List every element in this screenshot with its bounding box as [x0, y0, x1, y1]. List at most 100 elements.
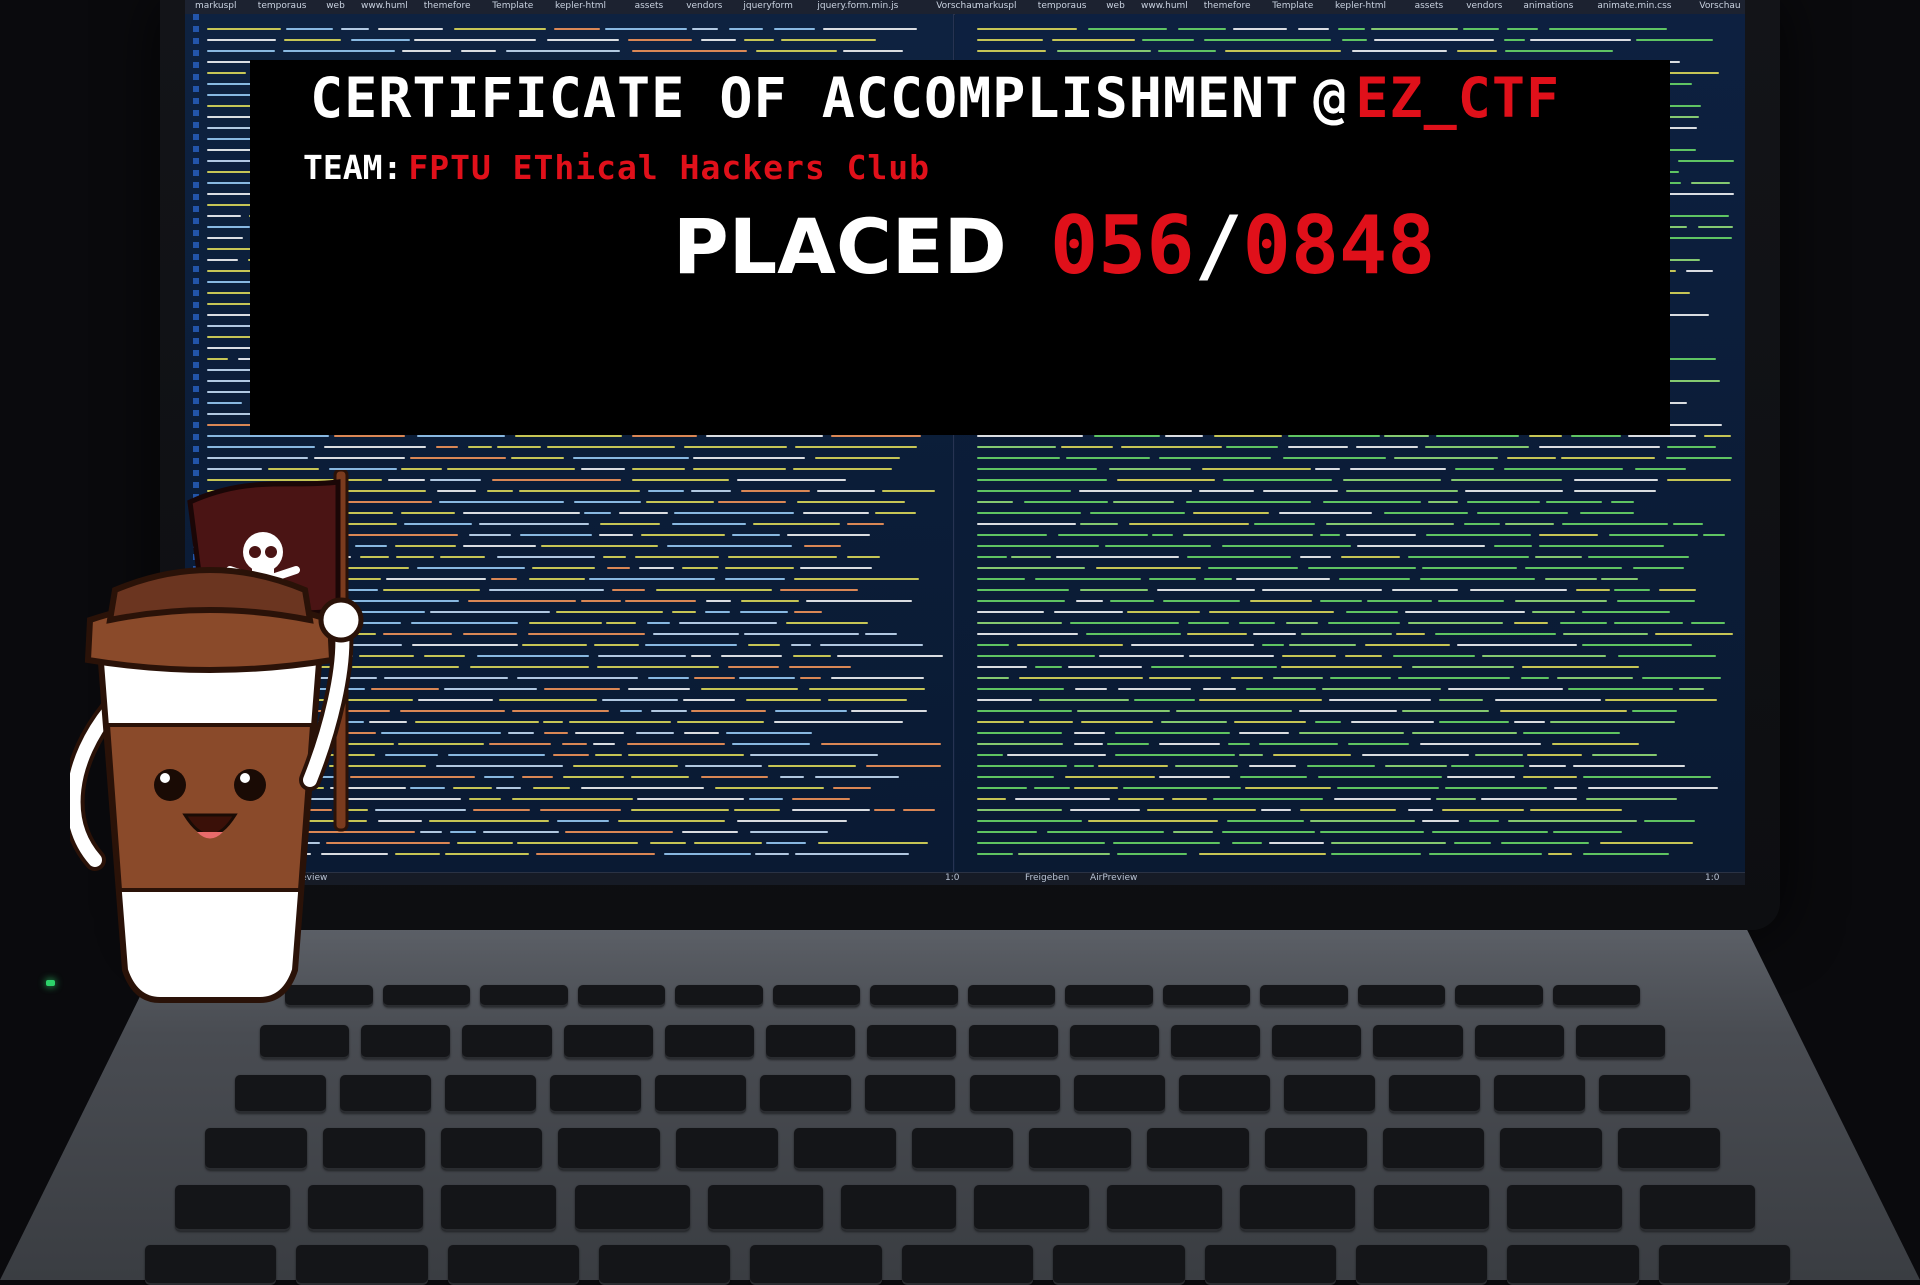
- code-token: [727, 556, 837, 558]
- code-token: [637, 798, 745, 800]
- code-token: [691, 710, 766, 712]
- code-token: [207, 259, 238, 261]
- code-token: [977, 688, 1064, 690]
- code-token: [1617, 600, 1695, 602]
- editor-tab-right-3[interactable]: www.huml: [1141, 1, 1188, 13]
- code-token: [1422, 820, 1459, 822]
- code-token: [1367, 600, 1433, 602]
- code-token: [1524, 567, 1623, 569]
- code-token: [672, 611, 697, 613]
- code-token: [1298, 732, 1405, 734]
- code-token: [1233, 721, 1306, 723]
- editor-tab-right-1[interactable]: temporaus: [1038, 1, 1087, 13]
- code-token: [597, 666, 719, 668]
- editor-tab-left-8[interactable]: vendors: [686, 1, 722, 13]
- code-token: [725, 578, 786, 580]
- editor-tab-left-0[interactable]: markuspl: [195, 1, 237, 13]
- code-token: [553, 28, 600, 30]
- code-token: [715, 787, 824, 789]
- editor-tab-right-6[interactable]: kepler-html: [1335, 1, 1386, 13]
- code-token: [333, 435, 406, 437]
- code-token: [903, 809, 935, 811]
- code-token: [793, 611, 823, 613]
- code-token: [1507, 457, 1557, 459]
- editor-tab-left-4[interactable]: themefore: [424, 1, 471, 13]
- code-token: [694, 842, 762, 844]
- code-token: [741, 600, 800, 602]
- code-token: [749, 831, 828, 833]
- code-token: [1408, 622, 1504, 624]
- placed-label: PLACED: [673, 202, 1007, 291]
- code-token: [416, 435, 505, 437]
- code-token: [1319, 534, 1341, 536]
- code-token: [1186, 556, 1292, 558]
- status-preview-right[interactable]: AirPreview: [1090, 873, 1137, 883]
- code-token: [729, 28, 763, 30]
- editor-tab-left-11[interactable]: Vorschau: [936, 1, 977, 13]
- code-token: [1476, 512, 1569, 514]
- editor-tab-right-7[interactable]: assets: [1415, 1, 1444, 13]
- code-token: [666, 545, 793, 547]
- editor-tab-right-2[interactable]: web: [1106, 1, 1125, 13]
- editor-tab-right-9[interactable]: animations: [1523, 1, 1573, 13]
- editor-tab-right-8[interactable]: vendors: [1466, 1, 1502, 13]
- code-token: [1282, 655, 1336, 657]
- code-token: [1457, 644, 1578, 646]
- code-token: [1419, 743, 1542, 745]
- code-token: [644, 644, 737, 646]
- editor-tab-left-7[interactable]: assets: [635, 1, 664, 13]
- editor-tab-right-5[interactable]: Template: [1272, 1, 1313, 13]
- code-token: [1574, 490, 1657, 492]
- editor-tab-right-4[interactable]: themefore: [1204, 1, 1251, 13]
- code-token: [977, 765, 1068, 767]
- code-token: [1252, 633, 1297, 635]
- editor-tab-left-3[interactable]: www.huml: [361, 1, 408, 13]
- code-token: [820, 743, 942, 745]
- code-token: [1679, 688, 1704, 690]
- code-token: [1523, 776, 1578, 778]
- editor-tab-right-10[interactable]: animate.min.css: [1597, 1, 1671, 13]
- code-token: [720, 655, 782, 657]
- editor-tab-left-5[interactable]: Template: [492, 1, 533, 13]
- code-token: [527, 633, 645, 635]
- editor-tab-left-6[interactable]: kepler-html: [555, 1, 606, 13]
- code-token: [1014, 798, 1111, 800]
- code-token: [836, 655, 943, 657]
- code-token: [977, 633, 1079, 635]
- status-share[interactable]: Freigeben: [1025, 873, 1069, 883]
- code-token: [1093, 435, 1160, 437]
- code-token: [977, 534, 1048, 536]
- code-token: [1347, 743, 1409, 745]
- code-token: [1228, 743, 1250, 745]
- code-token: [1504, 468, 1624, 470]
- editor-tab-right-0[interactable]: markuspl: [975, 1, 1017, 13]
- code-token: [1396, 633, 1426, 635]
- code-token: [1070, 809, 1140, 811]
- code-token: [701, 776, 769, 778]
- code-token: [977, 798, 1006, 800]
- code-token: [511, 457, 565, 459]
- editor-tab-left-2[interactable]: web: [326, 1, 345, 13]
- code-token: [977, 28, 1078, 30]
- code-token: [682, 699, 736, 701]
- code-token: [1553, 831, 1622, 833]
- code-token: [1529, 809, 1623, 811]
- code-token: [1538, 545, 1664, 547]
- code-token: [1411, 732, 1518, 734]
- code-token: [1690, 622, 1726, 624]
- code-token: [1421, 567, 1517, 569]
- code-token: [207, 446, 316, 448]
- editor-tab-right-11[interactable]: Vorschau: [1699, 1, 1740, 13]
- editor-tab-left-1[interactable]: temporaus: [258, 1, 307, 13]
- team-label: TEAM:: [303, 148, 403, 187]
- code-token: [542, 721, 564, 723]
- editor-tab-left-9[interactable]: jqueryform: [743, 1, 792, 13]
- editor-tab-left-10[interactable]: jquery.form.min.js: [817, 1, 898, 13]
- event-name: EZ_CTF: [1355, 66, 1561, 130]
- status-position-right: 1:0: [1705, 873, 1720, 883]
- code-token: [453, 28, 546, 30]
- code-token: [1057, 534, 1148, 536]
- code-token: [1428, 501, 1458, 503]
- code-token: [977, 699, 1033, 701]
- code-token: [1539, 534, 1598, 536]
